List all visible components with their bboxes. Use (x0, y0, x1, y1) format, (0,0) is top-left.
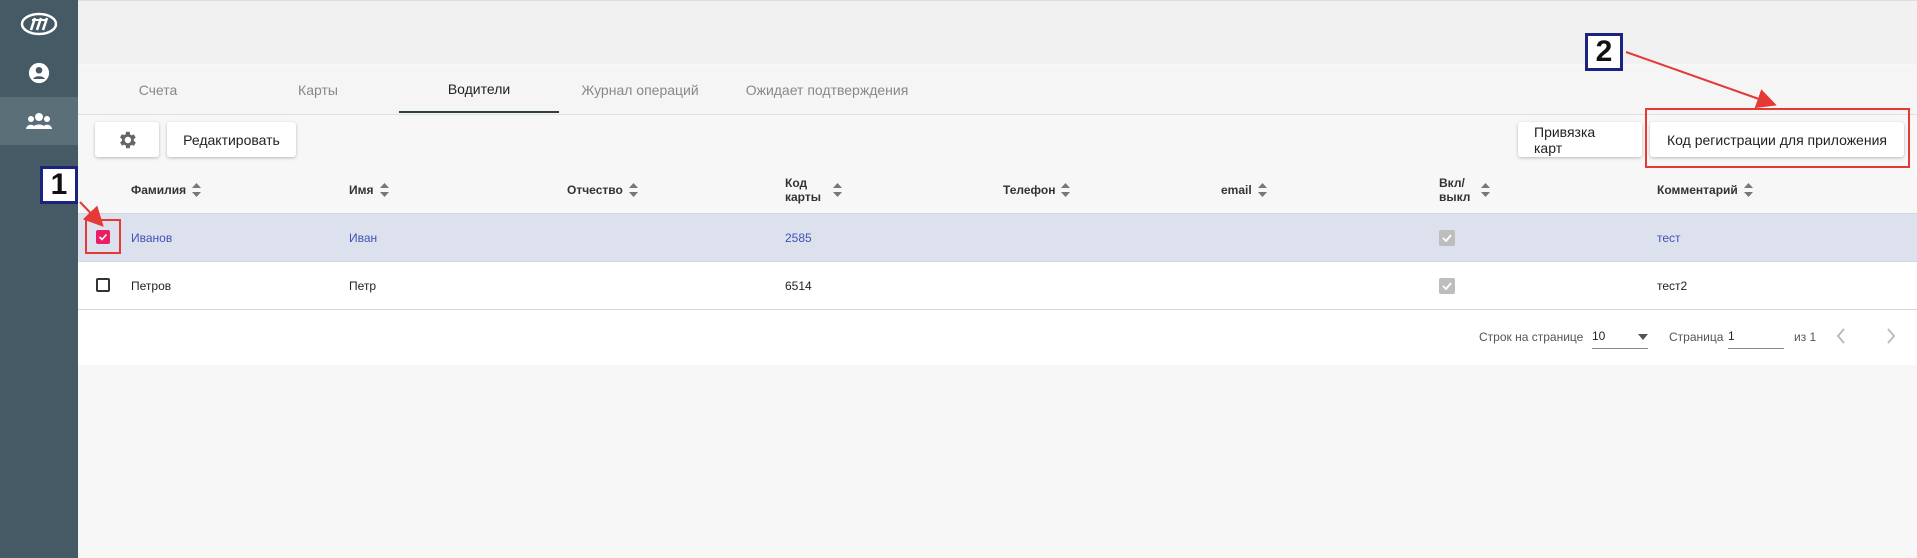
tab-awaiting-confirmation[interactable]: Ожидает подтверждения (727, 66, 927, 113)
enabled-checkbox (1439, 277, 1455, 294)
account-circle-icon[interactable] (0, 49, 78, 97)
annotation-badge-2: 2 (1585, 33, 1623, 71)
tab-drivers[interactable]: Водители (399, 66, 559, 113)
cell-first-name: Петр (349, 278, 377, 293)
rows-per-page-select[interactable]: 10 (1592, 324, 1648, 349)
column-header-comment[interactable]: Комментарий (1657, 166, 1753, 213)
chevron-down-icon (1638, 329, 1648, 343)
annotation-box-2 (1645, 108, 1910, 168)
annotation-badge-1: 1 (40, 166, 78, 204)
column-header-first-name[interactable]: Имя (349, 166, 389, 213)
column-header-phone[interactable]: Телефон (1003, 166, 1071, 213)
page-input[interactable]: 1 (1728, 324, 1784, 349)
cell-last-name: Иванов (131, 230, 173, 245)
enabled-checkbox (1439, 229, 1455, 246)
sort-icon[interactable] (192, 182, 202, 197)
tab-bar: Счета Карты Водители Журнал операций Ожи… (78, 66, 1917, 115)
cell-card-code: 6514 (785, 278, 812, 293)
cell-comment: тест2 (1657, 278, 1688, 293)
table-header: Фамилия Имя Отчество Код карты Телефон e… (78, 166, 1917, 214)
sort-icon[interactable] (833, 182, 842, 197)
page-label: Страница (1669, 330, 1724, 344)
drivers-table: Фамилия Имя Отчество Код карты Телефон e… (78, 166, 1917, 365)
chevron-right-icon[interactable] (1886, 328, 1896, 347)
cell-comment: тест (1657, 230, 1681, 245)
bind-cards-button[interactable]: Привязка карт (1518, 122, 1642, 157)
tab-accounts[interactable]: Счета (78, 66, 238, 113)
table-row[interactable]: Петров Петр 6514 тест2 (78, 262, 1917, 310)
chevron-left-icon[interactable] (1836, 328, 1846, 347)
pagination: Строк на странице 10 Страница 1 из 1 (78, 310, 1917, 365)
group-icon[interactable] (0, 97, 78, 145)
gear-icon (120, 131, 136, 148)
rows-per-page-label: Строк на странице (1479, 330, 1584, 344)
cell-last-name: Петров (131, 278, 172, 293)
settings-button[interactable] (95, 122, 159, 157)
column-header-email[interactable]: email (1221, 166, 1267, 213)
sort-icon[interactable] (1061, 182, 1071, 197)
cell-card-code: 2585 (785, 230, 812, 245)
brand-logo-icon[interactable] (0, 0, 78, 48)
column-header-enabled[interactable]: Вкл/ выкл (1439, 166, 1490, 213)
edit-button[interactable]: Редактировать (167, 122, 296, 157)
column-header-middle-name[interactable]: Отчество (567, 166, 638, 213)
sort-icon[interactable] (628, 182, 638, 197)
annotation-box-1 (85, 219, 121, 254)
sidebar (0, 0, 78, 558)
cell-enabled (1439, 262, 1455, 309)
tab-cards[interactable]: Карты (238, 66, 398, 113)
tab-operations-log[interactable]: Журнал операций (560, 66, 720, 113)
table-row[interactable]: Иванов Иван 2585 тест (78, 214, 1917, 262)
cell-first-name: Иван (349, 230, 378, 245)
cell-enabled (1439, 214, 1455, 261)
page-total: из 1 (1794, 330, 1817, 344)
sort-icon[interactable] (1743, 182, 1753, 197)
top-bar (78, 0, 1917, 64)
column-header-last-name[interactable]: Фамилия (131, 166, 202, 213)
sort-icon[interactable] (1481, 182, 1490, 197)
sort-icon[interactable] (1257, 182, 1267, 197)
row-checkbox[interactable] (96, 278, 110, 292)
column-header-card-code[interactable]: Код карты (785, 166, 842, 213)
sort-icon[interactable] (379, 182, 389, 197)
